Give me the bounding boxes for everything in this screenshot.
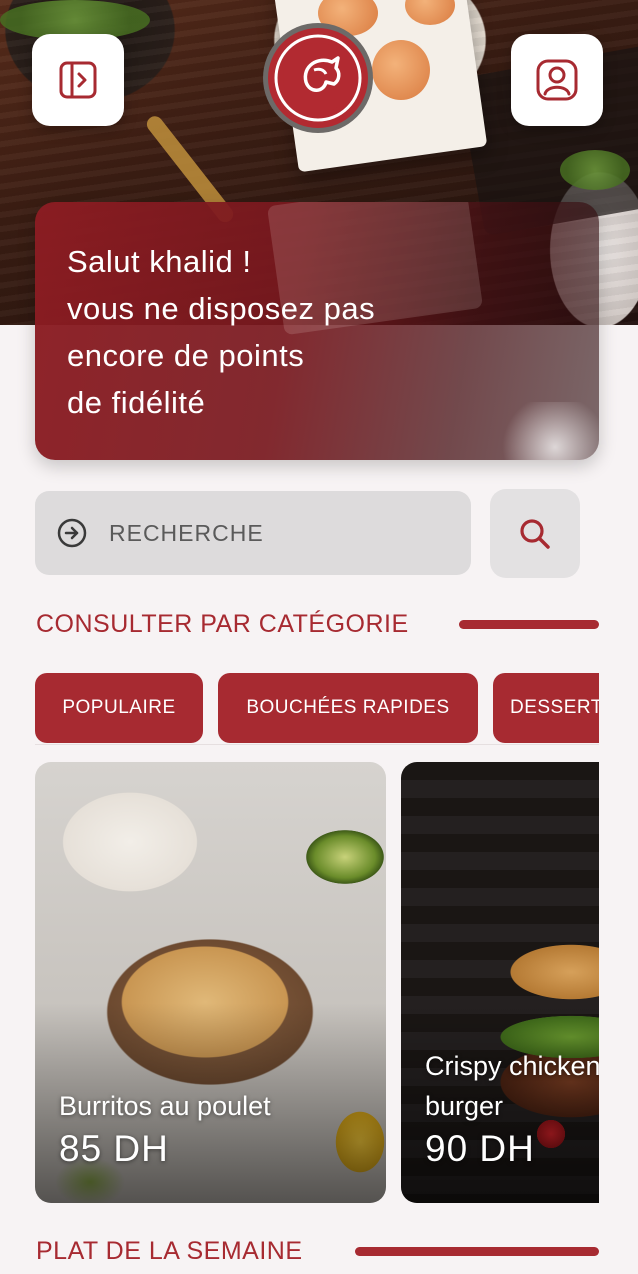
product-name: Crispy chicken burger <box>425 1046 599 1126</box>
product-name-line: burger <box>425 1091 504 1121</box>
greeting-line: encore de points <box>67 338 305 373</box>
user-profile-icon <box>536 59 578 101</box>
search-input[interactable] <box>109 519 429 547</box>
product-price: 90 DH <box>425 1128 535 1169</box>
product-card-burritos[interactable]: Burritos au poulet 85 DH <box>35 762 386 1203</box>
product-name-line: Crispy chicken <box>425 1051 599 1081</box>
restaurant-logo[interactable] <box>262 22 374 134</box>
greeting-deco <box>495 402 599 460</box>
greeting-text: Salut khalid ! vous ne disposez pas enco… <box>67 238 375 426</box>
greeting-line: de fidélité <box>67 385 206 420</box>
weekly-dish-title-underline <box>355 1247 599 1256</box>
loyalty-greeting-card: Salut khalid ! vous ne disposez pas enco… <box>35 202 599 460</box>
hero-greens <box>560 150 630 190</box>
sidebar-toggle-button[interactable] <box>32 34 124 126</box>
product-price: 85 DH <box>59 1128 169 1169</box>
greeting-line: Salut khalid ! <box>67 244 252 279</box>
search-button[interactable] <box>490 489 580 578</box>
greeting-line: vous ne disposez pas <box>67 291 376 326</box>
profile-button[interactable] <box>511 34 603 126</box>
category-chip-desserts[interactable]: DESSERTS <box>493 673 599 743</box>
categories-title: CONSULTER PAR CATÉGORIE <box>36 610 409 638</box>
hero-shrimp <box>372 40 430 100</box>
weekly-dish-title: PLAT DE LA SEMAINE <box>36 1237 303 1265</box>
category-chip-popular[interactable]: POPULAIRE <box>35 673 203 743</box>
category-chip-quick-bites[interactable]: BOUCHÉES RAPIDES <box>218 673 478 743</box>
product-carousel[interactable]: Burritos au poulet 85 DH Crispy chicken … <box>35 762 599 1204</box>
search-icon <box>520 518 550 549</box>
product-name: Burritos au poulet <box>59 1091 271 1121</box>
search-bar[interactable] <box>35 491 471 575</box>
category-chips[interactable]: POPULAIREBOUCHÉES RAPIDESDESSERTS <box>35 673 599 745</box>
categories-title-underline <box>459 620 599 629</box>
product-card-crispy-burger[interactable]: Crispy chicken burger 90 DH <box>401 762 599 1203</box>
sidebar-toggle-icon <box>59 61 97 99</box>
arrow-right-circle-icon <box>57 518 87 548</box>
